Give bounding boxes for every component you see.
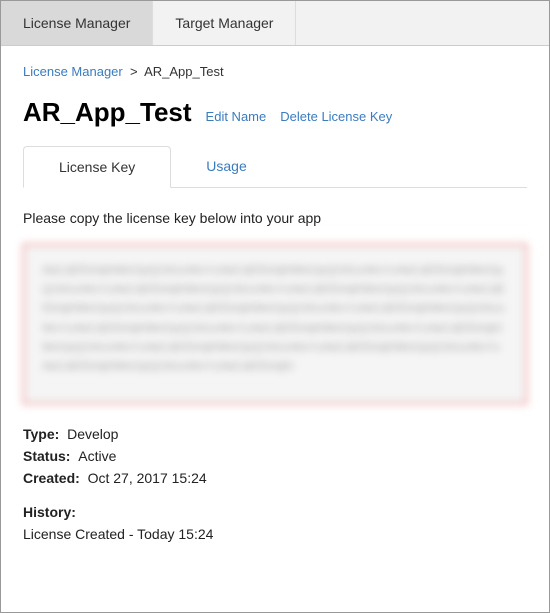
breadcrumb: License Manager > AR_App_Test	[23, 64, 527, 79]
meta-created-value: Oct 27, 2017 15:24	[88, 470, 207, 486]
breadcrumb-root-link[interactable]: License Manager	[23, 64, 123, 79]
breadcrumb-separator: >	[130, 64, 138, 79]
history-label: History:	[23, 504, 76, 520]
meta-type: Type: Develop	[23, 426, 527, 442]
sub-tabs: License Key Usage	[23, 146, 527, 188]
delete-license-key-link[interactable]: Delete License Key	[280, 109, 392, 124]
history-entry: License Created - Today 15:24	[23, 526, 527, 542]
meta-status: Status: Active	[23, 448, 527, 464]
meta-type-label: Type:	[23, 426, 59, 442]
subtab-usage[interactable]: Usage	[171, 146, 281, 187]
top-tabs: License Manager Target Manager	[1, 1, 549, 46]
tab-target-manager[interactable]: Target Manager	[153, 1, 296, 45]
edit-name-link[interactable]: Edit Name	[206, 109, 267, 124]
tab-license-manager[interactable]: License Manager	[1, 1, 153, 45]
page-title: AR_App_Test	[23, 97, 192, 128]
history-block: History: License Created - Today 15:24	[23, 504, 527, 542]
content-area: License Manager > AR_App_Test AR_App_Tes…	[1, 46, 549, 566]
meta-created-label: Created:	[23, 470, 80, 486]
copy-instruction: Please copy the license key below into y…	[23, 210, 527, 226]
breadcrumb-current: AR_App_Test	[144, 64, 224, 79]
title-row: AR_App_Test Edit Name Delete License Key	[23, 97, 527, 128]
license-key-box[interactable]: AbCdEfGhIjKlMnOpQrStUvWxYzAbCdEfGhIjKlMn…	[23, 244, 527, 404]
meta-status-value: Active	[78, 448, 116, 464]
meta-created: Created: Oct 27, 2017 15:24	[23, 470, 527, 486]
meta-type-value: Develop	[67, 426, 118, 442]
meta-status-label: Status:	[23, 448, 70, 464]
subtab-license-key[interactable]: License Key	[23, 146, 171, 188]
